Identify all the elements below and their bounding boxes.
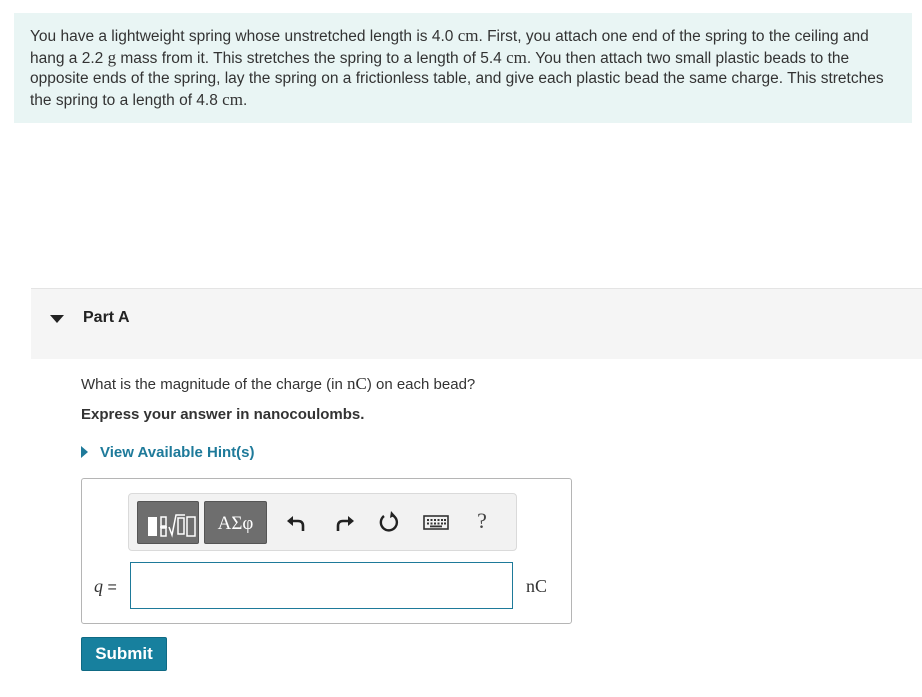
problem-text: mass from it. This stretches the spring … bbox=[120, 49, 502, 67]
problem-text: . First, you attach one end of the sprin… bbox=[478, 28, 839, 45]
part-title: Part A bbox=[83, 309, 130, 326]
undo-icon[interactable] bbox=[284, 510, 308, 534]
reset-icon[interactable] bbox=[377, 510, 401, 534]
answer-variable-label: q = bbox=[94, 576, 117, 597]
problem-text: . bbox=[242, 91, 248, 109]
question-pre: What is the magnitude of the charge (in bbox=[81, 376, 343, 393]
answer-instruction: Express your answer in nanocoulombs. bbox=[81, 406, 365, 423]
problem-statement: You have a lightweight spring whose unst… bbox=[14, 13, 912, 123]
greek-symbols-button[interactable]: ΑΣφ bbox=[204, 501, 267, 544]
problem-text: . You then attach two small plastic bead… bbox=[526, 49, 807, 67]
answer-box: ΑΣφ ? q = nC bbox=[81, 478, 572, 624]
part-a-header[interactable]: Part A bbox=[31, 288, 922, 359]
view-hints-link[interactable]: View Available Hint(s) bbox=[81, 444, 255, 461]
equals-sign: = bbox=[107, 579, 117, 596]
answer-input[interactable] bbox=[130, 562, 513, 609]
unit-text: cm bbox=[457, 26, 479, 45]
question-post: ) on each bead? bbox=[366, 376, 476, 393]
unit-text: g bbox=[107, 47, 117, 67]
keyboard-icon[interactable] bbox=[423, 510, 449, 534]
math-toolbar: ΑΣφ ? bbox=[128, 493, 517, 551]
answer-unit: nC bbox=[526, 576, 548, 596]
greek-symbols-icon: ΑΣφ bbox=[217, 513, 254, 534]
unit-text: cm bbox=[222, 89, 243, 109]
collapse-caret-icon[interactable] bbox=[50, 315, 64, 323]
problem-text: You have a lightweight spring whose unst… bbox=[30, 28, 454, 45]
question-text: What is the magnitude of the charge (in … bbox=[81, 374, 475, 394]
help-icon: ? bbox=[477, 508, 487, 533]
expand-triangle-icon bbox=[81, 446, 88, 458]
hint-label: View Available Hint(s) bbox=[100, 444, 255, 461]
submit-button[interactable]: Submit bbox=[81, 637, 167, 671]
unit-text: cm bbox=[506, 47, 527, 67]
redo-icon[interactable] bbox=[333, 510, 357, 534]
variable-symbol: q bbox=[94, 576, 103, 596]
question-unit: nC bbox=[346, 374, 367, 393]
templates-button[interactable] bbox=[137, 501, 199, 544]
help-button[interactable]: ? bbox=[472, 508, 492, 536]
templates-icon bbox=[148, 514, 196, 538]
